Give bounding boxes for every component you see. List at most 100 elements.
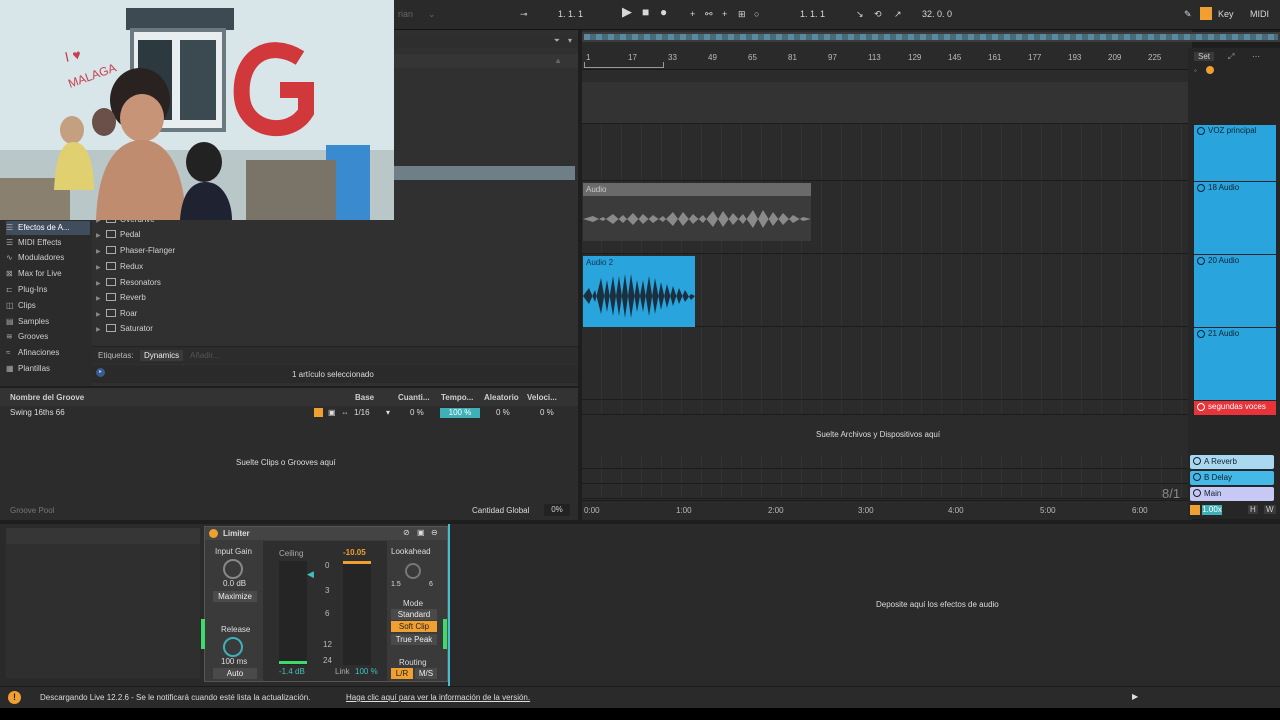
global-amount-value[interactable]: 0% [544, 504, 570, 516]
scroll-up-icon[interactable]: ▲ [554, 56, 562, 65]
col-velocity[interactable]: Veloci... [527, 393, 557, 402]
return-track-a[interactable]: A Reverb [1190, 455, 1274, 469]
ceiling-slider-icon[interactable]: ◀ [307, 569, 314, 580]
disclosure-triangle-icon[interactable]: ▶ [96, 229, 106, 243]
groove-quantize[interactable]: 0 % [410, 408, 424, 417]
table-row[interactable]: Swing 16ths 66 ▣ ⇔ 1/16 ▾ 0 % 100 % 0 % … [0, 407, 578, 419]
track-activator-icon[interactable] [1193, 457, 1201, 465]
arrangement-record-icon[interactable] [1206, 66, 1214, 74]
list-item[interactable]: ▶ Resonators [96, 276, 161, 290]
info-icon[interactable]: ▸ [96, 368, 105, 377]
input-gain-knob[interactable] [223, 559, 243, 579]
commit-icon[interactable]: ⇔ [341, 408, 349, 417]
tag-dynamics[interactable]: Dynamics [140, 350, 184, 361]
main-track[interactable]: Main [1190, 487, 1274, 501]
return-track-b[interactable]: B Delay [1190, 471, 1274, 485]
sidebar-item-plugins[interactable]: ⊏ Plug-Ins [6, 283, 47, 297]
lookahead-knob[interactable] [405, 563, 421, 579]
back-icon[interactable]: ◦ [1194, 66, 1197, 75]
list-item[interactable]: ▶ Phaser-Flanger [96, 244, 175, 258]
mode-soft-clip-button[interactable]: Soft Clip [391, 621, 437, 632]
time-ruler[interactable]: 0:00 1:00 2:00 3:00 4:00 5:00 6:00 [582, 500, 1188, 518]
disclosure-triangle-icon[interactable]: ▶ [96, 261, 106, 275]
routing-ms-button[interactable]: M/S [415, 668, 437, 679]
disclosure-triangle-icon[interactable]: ▶ [96, 323, 106, 337]
sidebar-item-grooves[interactable]: ≋ Grooves [6, 330, 48, 344]
stop-icon[interactable]: ■ [642, 6, 649, 18]
device-menu-icon[interactable]: ⊖ [431, 528, 438, 537]
track-activator-icon[interactable] [1197, 403, 1205, 411]
loop-icon[interactable]: ⟲ [874, 8, 882, 20]
list-item[interactable]: ▶ Redux [96, 260, 143, 274]
sidebar-item-modulators[interactable]: ∿ Moduladores [6, 251, 64, 265]
track-header-voz-principal[interactable]: VOZ principal [1194, 125, 1276, 181]
col-groove-name[interactable]: Nombre del Groove [10, 393, 84, 402]
track-activator-icon[interactable] [1193, 473, 1201, 481]
list-item[interactable]: ▶ Saturator [96, 322, 153, 336]
audio-clip-2[interactable]: Audio 2 [583, 256, 695, 327]
col-timing[interactable]: Tempo... [441, 393, 473, 402]
lane-return-a[interactable] [582, 455, 1188, 469]
loop-length[interactable]: 32. 0. 0 [922, 8, 978, 20]
capture-icon[interactable]: + [722, 8, 727, 20]
auto-release-button[interactable]: Auto [213, 668, 257, 679]
disclosure-triangle-icon[interactable]: ▶ [96, 245, 106, 259]
chevron-down-icon[interactable]: ⌄ [428, 8, 436, 20]
draw-mode-icon[interactable]: ✎ [1184, 8, 1192, 20]
lane-return-b[interactable] [582, 470, 1188, 484]
device-power-icon[interactable] [209, 529, 218, 538]
play-icon[interactable]: ▶ [622, 5, 632, 18]
release-knob[interactable] [223, 637, 243, 657]
overview-bar[interactable] [582, 32, 1280, 42]
zoom-value[interactable]: 1.00x [1202, 505, 1222, 515]
browser-search-row[interactable]: ▲ [394, 54, 578, 68]
hot-swap-icon[interactable]: ⊘ [403, 528, 410, 537]
sidebar-item-tunings[interactable]: ≈ Afinaciones [6, 346, 59, 360]
lane-main[interactable] [582, 485, 1188, 499]
input-gain-value[interactable]: 0.0 dB [223, 579, 246, 588]
track-activator-icon[interactable] [1197, 127, 1205, 135]
ceiling-value[interactable]: -1.4 dB [279, 667, 305, 676]
lane-segundas-voces[interactable] [582, 401, 1188, 415]
disclosure-triangle-icon[interactable]: ▶ [96, 277, 106, 291]
chevron-down-icon[interactable]: ▾ [386, 408, 390, 417]
sidebar-item-samples[interactable]: ▤ Samples [6, 315, 49, 329]
h-button[interactable]: H [1248, 505, 1258, 514]
release-value[interactable]: 100 ms [221, 657, 247, 666]
warning-icon[interactable]: ! [8, 691, 21, 704]
maximize-button[interactable]: Maximize [213, 591, 257, 602]
lane-voz-principal[interactable] [582, 125, 1188, 181]
col-quantize[interactable]: Cuanti... [398, 393, 430, 402]
mode-standard-button[interactable]: Standard [391, 609, 437, 620]
filter-icon[interactable]: ⏷ [554, 36, 560, 46]
lane-21-audio[interactable] [582, 328, 1188, 400]
punch-in-icon[interactable]: ↘ [856, 8, 864, 20]
groove-base[interactable]: 1/16 [354, 408, 370, 417]
session-record-icon[interactable]: ⊞ [738, 8, 746, 20]
col-random[interactable]: Aleatorio [484, 393, 519, 402]
play-arrow-icon[interactable]: ▶ [1132, 692, 1138, 701]
disclosure-triangle-icon[interactable]: ▶ [96, 292, 106, 306]
track-header-18-audio[interactable]: 18 Audio [1194, 182, 1276, 254]
computer-keyboard-icon[interactable] [1200, 7, 1212, 20]
metronome-icon[interactable]: ○ [754, 8, 759, 20]
col-base[interactable]: Base [355, 393, 374, 402]
save-icon[interactable]: ▣ [328, 408, 336, 417]
groove-timing[interactable]: 100 % [440, 408, 480, 418]
link-value[interactable]: 100 % [355, 667, 378, 676]
groove-velocity[interactable]: 0 % [540, 408, 554, 417]
midi-map-button[interactable]: MIDI [1250, 8, 1269, 20]
selected-row-highlight[interactable] [394, 166, 575, 180]
save-preset-icon[interactable]: ▣ [417, 528, 425, 537]
punch-out-icon[interactable]: ↗ [894, 8, 902, 20]
mode-true-peak-button[interactable]: True Peak [391, 634, 437, 645]
more-icon[interactable]: ⋯ [1252, 52, 1260, 61]
expand-icon[interactable]: ⤢ [1228, 52, 1234, 62]
sidebar-item-audio-effects[interactable]: ☰ Efectos de A... [6, 221, 90, 235]
follow-toggle-icon[interactable] [1190, 505, 1200, 515]
follow-icon[interactable]: ⊸ [520, 8, 528, 20]
list-item[interactable]: ▶ Reverb [96, 291, 146, 305]
track-header-20-audio[interactable]: 20 Audio [1194, 255, 1276, 327]
loop-start[interactable]: 1. 1. 1 [800, 8, 850, 20]
key-map-button[interactable]: Key [1218, 8, 1234, 20]
